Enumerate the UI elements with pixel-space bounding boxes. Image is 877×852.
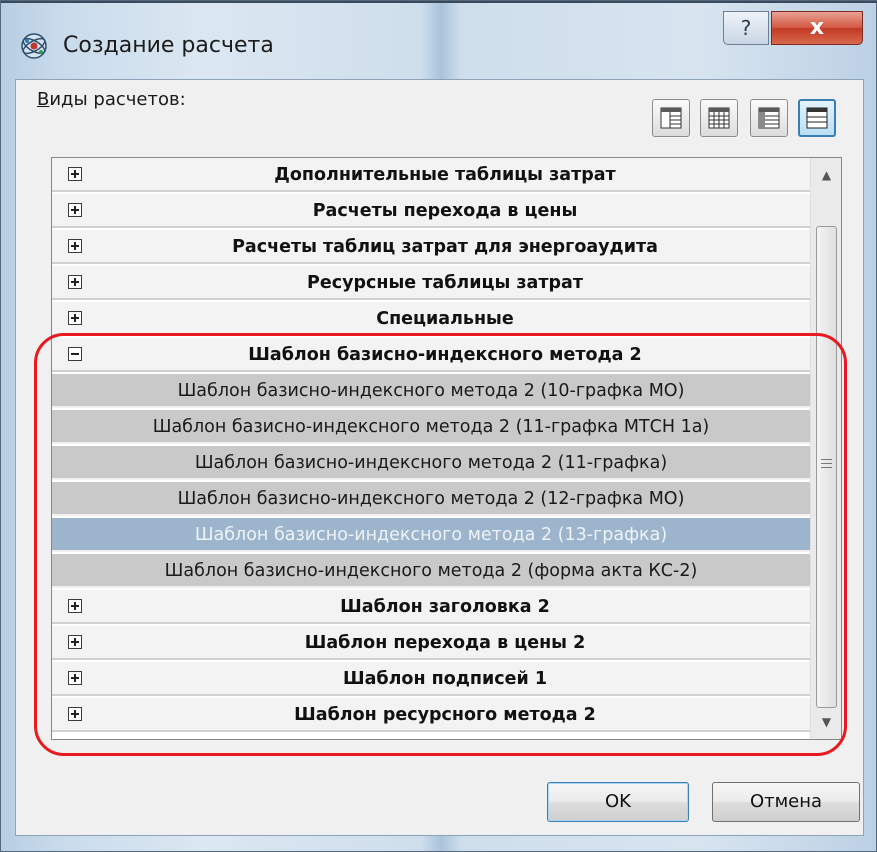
view-mode-1-icon	[660, 107, 682, 129]
expand-icon[interactable]	[68, 311, 82, 325]
annotation-highlight	[34, 333, 847, 756]
tree-row-label: Дополнительные таблицы затрат	[274, 165, 616, 185]
tree-row-label: Расчеты перехода в цены	[312, 201, 578, 221]
tree-group-row[interactable]: Дополнительные таблицы затрат	[52, 158, 810, 192]
view-mode-3-icon	[758, 107, 780, 129]
view-mode-4-button[interactable]	[798, 99, 836, 137]
scroll-up-icon[interactable]: ▲	[811, 158, 841, 192]
tree-row-label: Специальные	[376, 309, 514, 329]
cancel-button[interactable]: Отмена	[712, 782, 860, 822]
view-mode-1-button[interactable]	[652, 99, 690, 137]
calc-types-label-mnemonic: В	[37, 89, 50, 110]
expand-icon[interactable]	[68, 275, 82, 289]
window-title: Создание расчета	[63, 33, 274, 58]
ok-button[interactable]: OK	[547, 782, 689, 822]
tree-group-row[interactable]: Ресурсные таблицы затрат	[52, 266, 810, 300]
expand-icon[interactable]	[68, 203, 82, 217]
title-bar[interactable]: Создание расчета ? x	[1, 3, 877, 79]
view-mode-2-icon	[708, 107, 730, 129]
tree-row-label: Расчеты таблиц затрат для энергоаудита	[232, 237, 658, 257]
view-mode-4-icon	[806, 107, 828, 129]
tree-group-row[interactable]: Расчеты перехода в цены	[52, 194, 810, 228]
view-mode-3-button[interactable]	[750, 99, 788, 137]
calc-types-label-text: иды расчетов:	[49, 89, 186, 110]
help-button[interactable]: ?	[723, 11, 769, 45]
calc-types-label: Виды расчетов:	[37, 89, 186, 110]
expand-icon[interactable]	[68, 239, 82, 253]
tree-group-row[interactable]: Специальные	[52, 302, 810, 336]
close-button[interactable]: x	[771, 11, 863, 45]
view-mode-2-button[interactable]	[700, 99, 738, 137]
dialog-window: Создание расчета ? x Виды расчетов: Допо…	[0, 0, 877, 852]
app-icon	[21, 33, 47, 59]
tree-row-label: Ресурсные таблицы затрат	[307, 273, 583, 293]
tree-group-row[interactable]: Расчеты таблиц затрат для энергоаудита	[52, 230, 810, 264]
expand-icon[interactable]	[68, 167, 82, 181]
